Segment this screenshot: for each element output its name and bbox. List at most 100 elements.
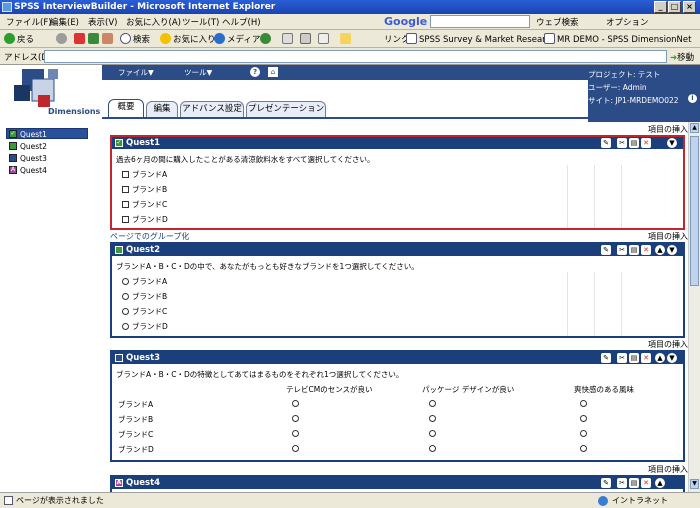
option-radio[interactable]: ブランドB <box>122 291 167 302</box>
grid-radio[interactable] <box>292 415 299 422</box>
option-radio[interactable]: ブランドD <box>122 321 168 332</box>
grid-radio[interactable] <box>292 400 299 407</box>
grid-radio[interactable] <box>580 400 587 407</box>
grid-radio[interactable] <box>580 430 587 437</box>
checkbox-box[interactable] <box>122 216 129 223</box>
grid-radio[interactable] <box>580 445 587 452</box>
option-checkbox[interactable]: ブランドB <box>122 184 167 195</box>
stop-button[interactable] <box>74 33 87 45</box>
move-up-icon[interactable]: ▲ <box>655 353 665 363</box>
paste-icon[interactable]: ▤ <box>629 245 639 255</box>
paste-icon[interactable]: ▤ <box>629 353 639 363</box>
grid-radio[interactable] <box>429 415 436 422</box>
cut-icon[interactable]: ✂ <box>617 353 627 363</box>
delete-icon[interactable]: ✕ <box>641 353 651 363</box>
checkbox-box[interactable] <box>122 186 129 193</box>
scroll-up-icon[interactable]: ▲ <box>690 123 699 133</box>
link-spss-survey[interactable]: SPSS Survey & Market Research <box>406 33 556 45</box>
sidebar-item-quest3[interactable]: Quest3 <box>6 152 88 163</box>
move-down-icon[interactable]: ▼ <box>667 245 677 255</box>
option-checkbox[interactable]: ブランドD <box>122 214 168 225</box>
help-icon[interactable]: ? <box>250 67 260 77</box>
edit-icon[interactable]: ✎ <box>601 245 611 255</box>
insert-item-link[interactable]: 項目の挿入 <box>648 231 688 242</box>
checkbox-box[interactable] <box>122 201 129 208</box>
delete-icon[interactable]: ✕ <box>641 138 651 148</box>
insert-item-link[interactable]: 項目の挿入 <box>648 124 688 135</box>
option-radio[interactable]: ブランドC <box>122 306 167 317</box>
option-checkbox[interactable]: ブランドA <box>122 169 167 180</box>
edit-icon[interactable]: ✎ <box>601 478 611 488</box>
delete-icon[interactable]: ✕ <box>641 245 651 255</box>
grid-radio[interactable] <box>429 400 436 407</box>
grid-radio[interactable] <box>580 415 587 422</box>
radio-button[interactable] <box>122 278 129 285</box>
home-button[interactable] <box>102 33 115 45</box>
web-search-button[interactable]: ウェブ検索 <box>536 16 579 28</box>
option-checkbox[interactable]: ブランドC <box>122 199 167 210</box>
question-block-quest2[interactable]: Quest2 ✎ ✂ ▤ ✕ ▲ ▼ ブランドA・B・C・Dの中で、あなたがもっ… <box>110 242 685 338</box>
close-button[interactable]: × <box>683 1 696 13</box>
question-block-quest4[interactable]: A Quest4 ✎ ✂ ▤ ✕ ▲ <box>110 475 685 492</box>
delete-icon[interactable]: ✕ <box>641 478 651 488</box>
move-up-icon[interactable]: ▲ <box>655 245 665 255</box>
go-button[interactable]: ➜移動 <box>670 51 694 63</box>
move-up-icon[interactable]: ▲ <box>655 478 665 488</box>
edit-icon[interactable]: ✎ <box>601 138 611 148</box>
maximize-button[interactable]: □ <box>668 1 681 13</box>
folder-button[interactable] <box>340 33 353 45</box>
grid-radio[interactable] <box>429 445 436 452</box>
grid-radio[interactable] <box>429 430 436 437</box>
info-icon[interactable]: i <box>688 94 697 103</box>
paste-icon[interactable]: ▤ <box>629 138 639 148</box>
insert-item-link[interactable]: 項目の挿入 <box>648 339 688 350</box>
tab-overview[interactable]: 概要 <box>108 99 144 117</box>
google-search-input[interactable] <box>430 15 530 28</box>
edit-icon[interactable]: ✎ <box>601 353 611 363</box>
cut-icon[interactable]: ✂ <box>617 478 627 488</box>
checkbox-box[interactable] <box>122 171 129 178</box>
radio-button[interactable] <box>122 293 129 300</box>
tab-advanced[interactable]: アドバンス設定 <box>180 101 244 117</box>
search-button[interactable]: 検索 <box>120 33 150 45</box>
vertical-scrollbar[interactable]: ▲ ▼ <box>688 122 700 492</box>
grid-radio[interactable] <box>292 430 299 437</box>
options-button[interactable]: オプション <box>606 16 649 28</box>
address-input[interactable] <box>44 50 667 63</box>
radio-button[interactable] <box>122 323 129 330</box>
page-grouping-link[interactable]: ページでのグループ化 <box>110 231 189 242</box>
menu-view[interactable]: 表示(V) <box>88 16 117 28</box>
minimize-button[interactable]: _ <box>654 1 667 13</box>
menu-file[interactable]: ファイル(F) <box>6 16 52 28</box>
header-menu-tool[interactable]: ツール▼ <box>184 67 212 78</box>
radio-button[interactable] <box>122 308 129 315</box>
menu-favorites[interactable]: お気に入り(A) <box>126 16 181 28</box>
edit-button[interactable] <box>318 33 331 45</box>
forward-button[interactable] <box>56 33 69 45</box>
menu-help[interactable]: ヘルプ(H) <box>222 16 261 28</box>
media-button[interactable]: メディア <box>214 33 260 45</box>
refresh-button[interactable] <box>88 33 101 45</box>
favorites-button[interactable]: お気に入り <box>160 33 216 45</box>
sidebar-item-quest4[interactable]: A Quest4 <box>6 164 88 175</box>
header-menu-file[interactable]: ファイル▼ <box>118 67 154 78</box>
question-block-quest1[interactable]: ✓ Quest1 ✎ ✂ ▤ ✕ ▼ 過去6ヶ月の間に購入したことがある清涼飲料… <box>110 135 685 230</box>
tab-presentation[interactable]: プレゼンテーション <box>246 101 326 117</box>
home-icon[interactable]: ⌂ <box>268 67 278 77</box>
question-block-quest3[interactable]: Quest3 ✎ ✂ ▤ ✕ ▲ ▼ ブランドA・B・C・Dの特徴としてあてはま… <box>110 350 685 462</box>
grid-radio[interactable] <box>292 445 299 452</box>
back-button[interactable]: 戻る <box>4 33 34 45</box>
history-button[interactable] <box>260 33 273 45</box>
option-radio[interactable]: ブランドA <box>122 276 167 287</box>
link-mr-demo[interactable]: MR DEMO - SPSS DimensionNet <box>544 33 691 45</box>
print-button[interactable] <box>300 33 313 45</box>
move-down-icon[interactable]: ▼ <box>667 138 677 148</box>
mail-button[interactable] <box>282 33 295 45</box>
menu-tools[interactable]: ツール(T) <box>182 16 219 28</box>
sidebar-item-quest1[interactable]: ✓ Quest1 <box>6 128 88 139</box>
cut-icon[interactable]: ✂ <box>617 245 627 255</box>
menu-edit[interactable]: 編集(E) <box>50 16 79 28</box>
paste-icon[interactable]: ▤ <box>629 478 639 488</box>
tab-edit[interactable]: 編集 <box>146 101 178 117</box>
move-down-icon[interactable]: ▼ <box>667 353 677 363</box>
